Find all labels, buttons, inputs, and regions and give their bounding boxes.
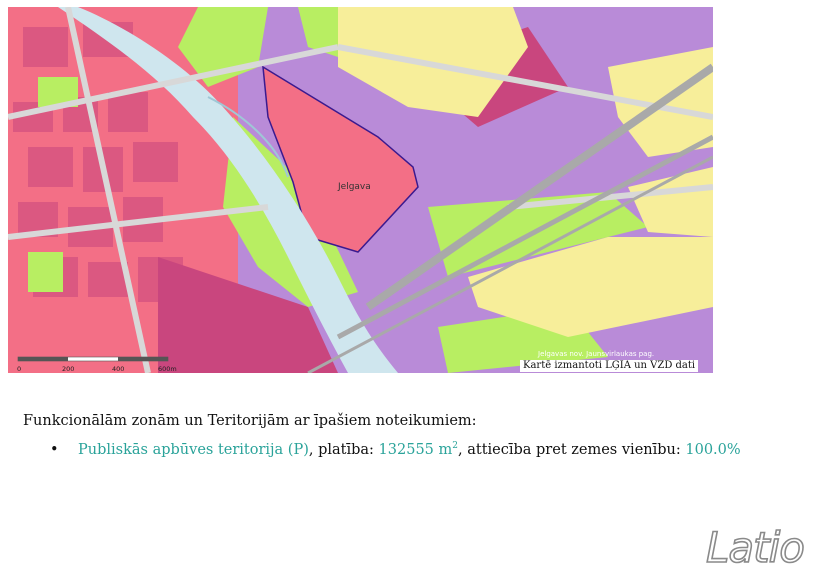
- source-label: Jelgavas nov. Jaunsvirlaukas pag.: [537, 350, 654, 358]
- area-value: 132555 m2: [378, 441, 458, 458]
- ratio-value: 100.0%: [685, 441, 741, 458]
- ratio-label: , attiecība pret zemes vienību:: [458, 441, 686, 458]
- bullet-icon: •: [50, 441, 59, 458]
- zone-list: • Publiskās apbūves teritorija (P), platī…: [50, 441, 741, 458]
- scale-label-600m: 600m: [158, 365, 177, 373]
- zoning-map-canvas: Jelgava 0 200 400 600m Jelgavas nov. Jau…: [8, 7, 713, 373]
- map-credit: Kartē izmantoti LĢIA un VZD dati: [520, 360, 699, 372]
- scale-label-0: 0: [17, 365, 21, 373]
- zoning-map[interactable]: Jelgava 0 200 400 600m Jelgavas nov. Jau…: [8, 7, 713, 373]
- scale-label-200: 200: [62, 365, 74, 373]
- scale-label-400: 400: [112, 365, 124, 373]
- area-label: , platība:: [308, 441, 379, 458]
- zones-heading: Funkcionālām zonām un Teritorijām ar īpa…: [23, 413, 477, 429]
- place-label: Jelgava: [337, 182, 371, 192]
- list-item: • Publiskās apbūves teritorija (P), platī…: [50, 441, 741, 458]
- zone-name: Publiskās apbūves teritorija (P): [78, 441, 309, 458]
- latio-logo: Latio: [705, 522, 806, 573]
